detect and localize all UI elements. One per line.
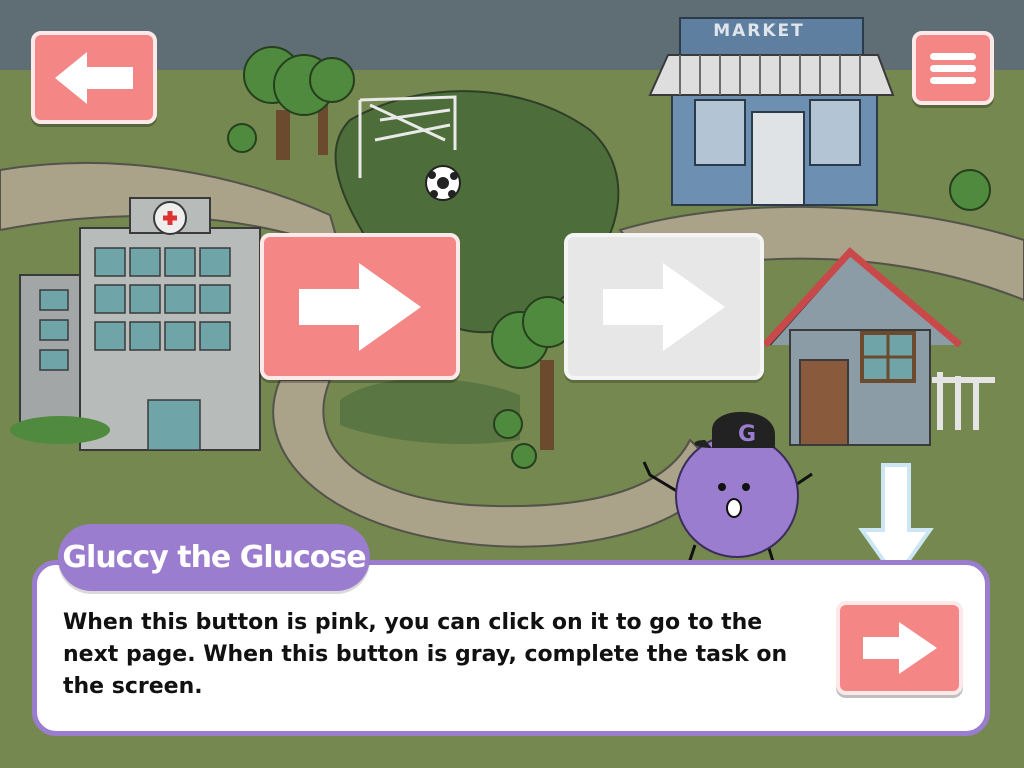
market-sign: MARKET xyxy=(713,21,805,41)
hamburger-menu-icon xyxy=(930,48,976,89)
next-button[interactable] xyxy=(836,601,963,695)
speaker-name: Gluccy the Glucose xyxy=(62,540,366,575)
cap-letter: G xyxy=(738,422,756,447)
next-button-example-pink[interactable] xyxy=(260,233,460,380)
arrow-left-icon xyxy=(55,51,133,104)
arrow-right-icon xyxy=(862,622,937,674)
arrow-right-icon xyxy=(299,262,421,351)
next-button-example-gray xyxy=(564,233,764,380)
back-button[interactable] xyxy=(31,31,157,124)
menu-button[interactable] xyxy=(912,31,994,105)
dialog-text: When this button is pink, you can click … xyxy=(63,610,788,699)
arrow-right-icon xyxy=(603,262,725,351)
speaker-name-tag: Gluccy the Glucose xyxy=(58,524,370,591)
soccer-ball xyxy=(425,165,461,201)
